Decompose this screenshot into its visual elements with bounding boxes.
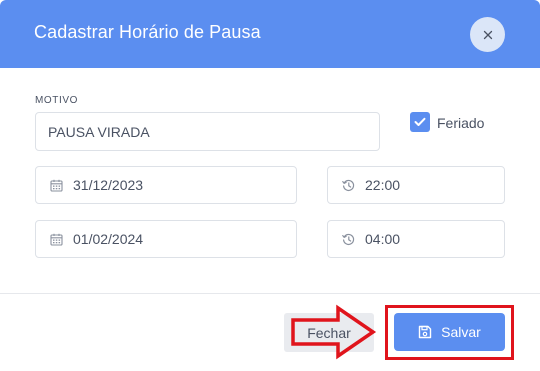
calendar-icon (49, 178, 63, 192)
start-time-value: 22:00 (365, 177, 401, 193)
feriado-checkbox[interactable] (410, 112, 430, 132)
motivo-label: MOTIVO (35, 95, 79, 106)
end-date-value: 01/02/2024 (73, 231, 144, 247)
salvar-button[interactable]: Salvar (394, 313, 505, 351)
end-time-input[interactable]: 04:00 (327, 220, 505, 258)
annotation-arrow-icon (291, 304, 377, 360)
end-date-input[interactable]: 01/02/2024 (35, 220, 297, 258)
start-date-value: 31/12/2023 (73, 177, 144, 193)
calendar-icon (49, 232, 63, 246)
clock-history-icon (341, 178, 355, 192)
start-date-input[interactable]: 31/12/2023 (35, 166, 297, 204)
start-time-input[interactable]: 22:00 (327, 166, 505, 204)
motivo-input[interactable]: PAUSA VIRADA (35, 112, 380, 151)
modal-header: Cadastrar Horário de Pausa (0, 0, 540, 68)
feriado-label[interactable]: Feriado (437, 115, 484, 131)
close-button[interactable] (470, 17, 505, 52)
clock-history-icon (341, 232, 355, 246)
salvar-label: Salvar (441, 324, 481, 340)
close-icon (483, 30, 492, 39)
end-time-value: 04:00 (365, 231, 401, 247)
modal-title: Cadastrar Horário de Pausa (34, 22, 261, 42)
floppy-disk-icon (418, 325, 432, 339)
check-icon (414, 117, 426, 126)
motivo-value: PAUSA VIRADA (48, 123, 150, 140)
pause-schedule-modal: Cadastrar Horário de Pausa MOTIVO PAUSA … (0, 0, 540, 371)
footer-divider (0, 293, 540, 294)
